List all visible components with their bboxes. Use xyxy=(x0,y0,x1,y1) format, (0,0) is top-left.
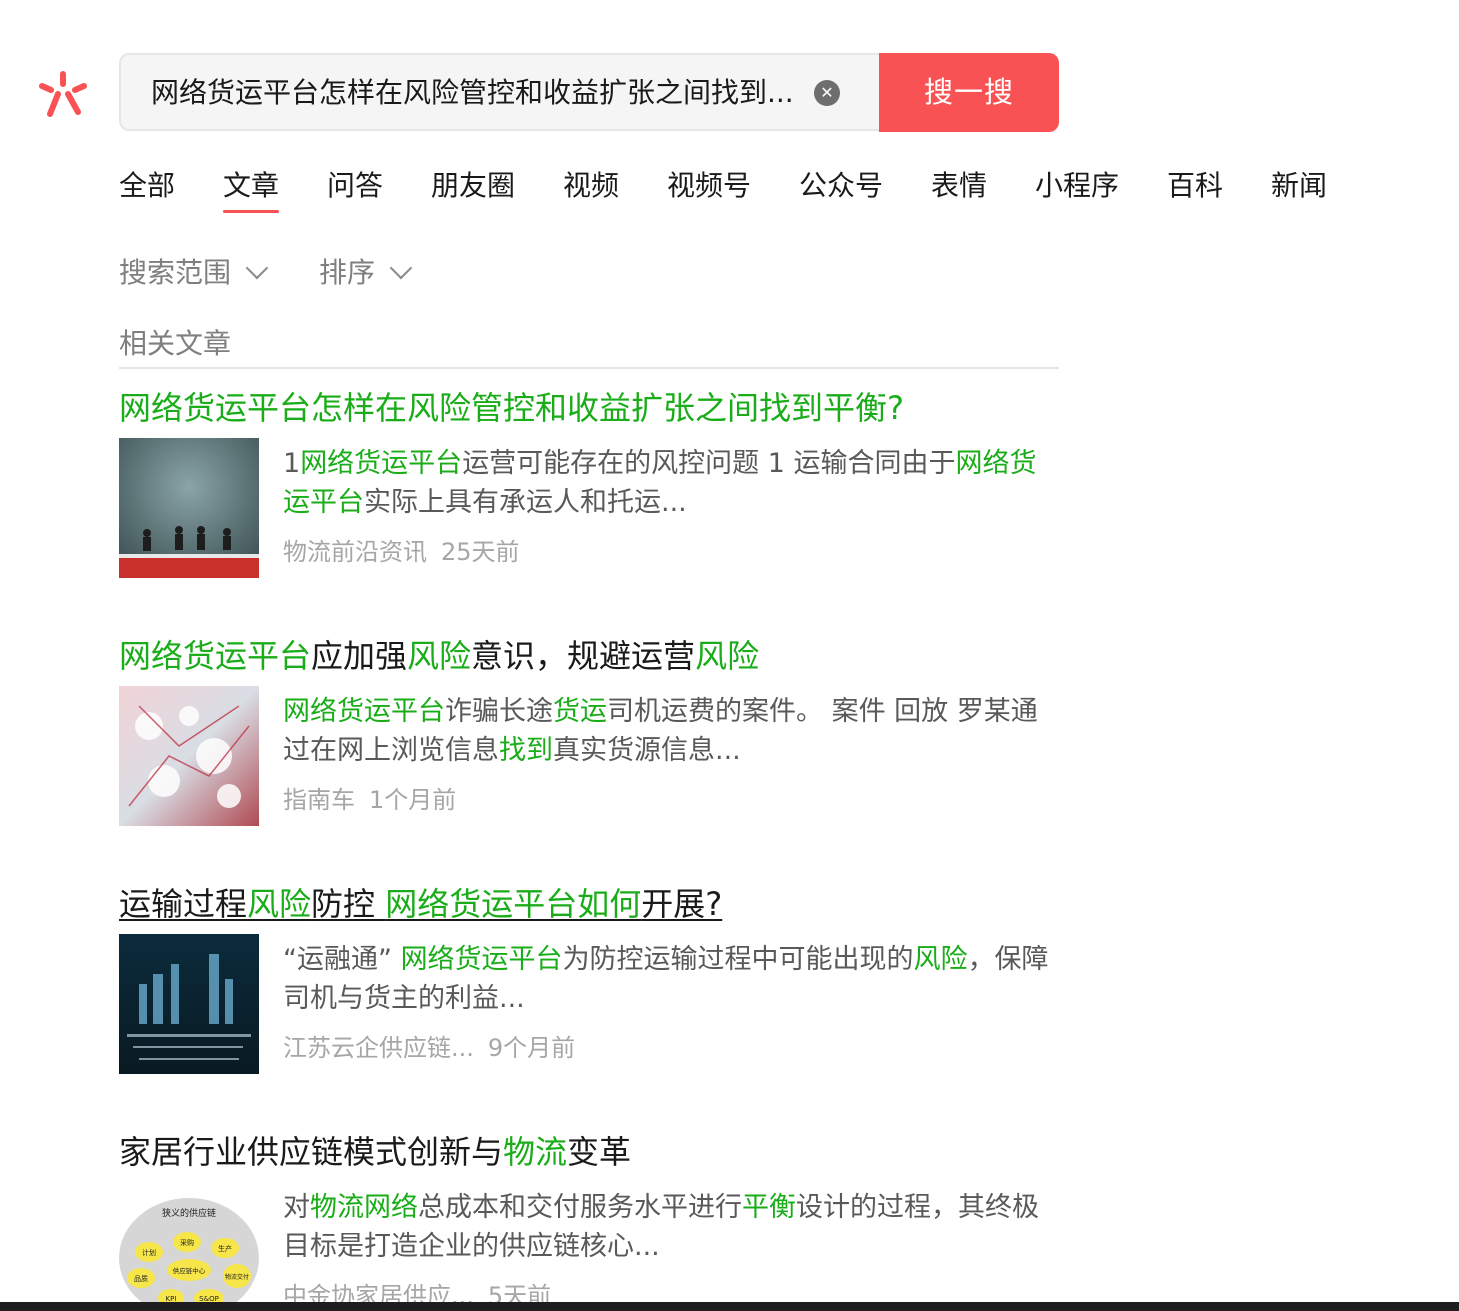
plain-text: 开展? xyxy=(641,885,723,923)
result-snippet: 网络货运平台诈骗长途货运司机运费的案件。 案件 回放 罗某通过在网上浏览信息找到… xyxy=(283,692,1063,770)
highlight-text: 物流网络 xyxy=(310,1192,418,1223)
highlight-text: 货运 xyxy=(553,696,607,727)
highlight-text: 网络货运平台 xyxy=(400,944,563,975)
search-page: 网络货运平台怎样在风险管控和收益扩张之间找到... ✕ 搜一搜 全部 文章 问答… xyxy=(0,0,1459,1311)
plain-text: 家居行业供应链模式创新与 xyxy=(119,1133,504,1171)
plain-text: 1 xyxy=(283,448,301,479)
highlight-text: 风险 xyxy=(407,637,472,675)
plain-text: 为防控运输过程中可能出现的 xyxy=(562,944,914,975)
chevron-down-icon xyxy=(389,256,413,280)
search-query-text[interactable]: 网络货运平台怎样在风险管控和收益扩张之间找到... xyxy=(151,75,794,111)
diagram-title: 狭义的供应链 xyxy=(162,1207,216,1219)
tab-qa[interactable]: 问答 xyxy=(327,166,383,206)
result-thumbnail[interactable] xyxy=(119,438,259,578)
plain-text: 诈骗长途 xyxy=(445,696,553,727)
result-title[interactable]: 网络货运平台应加强风险意识，规避运营风险 xyxy=(119,634,759,678)
tab-articles[interactable]: 文章 xyxy=(223,166,279,206)
result-meta: 江苏云企供应链... 9个月前 xyxy=(283,1032,575,1064)
highlight-text: 风险 xyxy=(695,637,760,675)
highlight-text: 网络货运平台 xyxy=(283,696,445,727)
sort-filter-label: 排序 xyxy=(319,256,376,289)
result-snippet: 对物流网络总成本和交付服务水平进行平衡设计的过程，其终极目标是打造企业的供应链核… xyxy=(283,1188,1063,1266)
top-cut-glyphs xyxy=(16,0,146,4)
highlight-text: 找到 xyxy=(499,735,553,766)
highlight-text: 网络货运平台 xyxy=(300,448,463,479)
plain-text: 运营可能存在的风控问题 1 运输合同由于 xyxy=(462,448,956,479)
highlight-text: 平衡 xyxy=(742,1192,796,1223)
scope-filter-dropdown[interactable]: 搜索范围 xyxy=(119,253,269,293)
result-thumbnail[interactable] xyxy=(119,686,259,826)
highlight-text: 物流 xyxy=(503,1133,568,1171)
diagram-node: 物流交付 xyxy=(225,1273,249,1281)
tab-official-accounts[interactable]: 公众号 xyxy=(799,166,883,206)
plain-text: 意识，规避运营 xyxy=(471,637,696,675)
result-thumbnail[interactable]: 狭义的供应链 计划 采购 生产 品质 供应链中心 物流交付 KPI S&OP xyxy=(119,1182,259,1311)
search-button[interactable]: 搜一搜 xyxy=(879,53,1059,132)
search-input[interactable]: 网络货运平台怎样在风险管控和收益扩张之间找到... ✕ xyxy=(119,53,879,131)
active-tab-indicator xyxy=(223,210,279,213)
result-thumbnail[interactable] xyxy=(119,934,259,1074)
tab-moments[interactable]: 朋友圈 xyxy=(431,166,515,206)
plain-text: 应加强 xyxy=(311,637,408,675)
result-source[interactable]: 物流前沿资讯 xyxy=(283,538,427,566)
plain-text: 运输过程 xyxy=(119,885,248,923)
result-meta: 物流前沿资讯 25天前 xyxy=(283,536,520,568)
tab-all[interactable]: 全部 xyxy=(119,166,175,206)
highlight-text: 风险 xyxy=(913,944,968,975)
result-title[interactable]: 运输过程风险防控 网络货运平台如何开展? xyxy=(119,882,722,926)
result-date: 25天前 xyxy=(441,538,520,566)
chevron-down-icon xyxy=(245,256,269,280)
result-source[interactable]: 江苏云企供应链... xyxy=(283,1034,474,1062)
section-title: 相关文章 xyxy=(119,327,232,360)
highlight-text: 网络货运平台如何 xyxy=(385,885,642,923)
result-source[interactable]: 指南车 xyxy=(283,786,355,814)
plain-text: 真实货源信息... xyxy=(553,735,741,766)
result-title[interactable]: 家居行业供应链模式创新与物流变革 xyxy=(119,1130,631,1174)
plain-text: 总成本和交付服务水平进行 xyxy=(418,1192,742,1223)
tab-video[interactable]: 视频 xyxy=(563,166,619,206)
clear-icon[interactable]: ✕ xyxy=(814,80,840,106)
result-meta: 指南车 1个月前 xyxy=(283,784,456,816)
plain-text: “运融通” xyxy=(283,944,401,975)
result-snippet: 1网络货运平台运营可能存在的风控问题 1 运输合同由于网络货运平台实际上具有承运… xyxy=(283,444,1063,522)
tab-encyclopedia[interactable]: 百科 xyxy=(1167,166,1223,206)
diagram-node: 计划 xyxy=(142,1248,156,1257)
plain-text: 变革 xyxy=(567,1133,632,1171)
highlight-text: 风险 xyxy=(247,885,312,923)
diagram-node: 生产 xyxy=(218,1244,232,1253)
sort-filter-dropdown[interactable]: 排序 xyxy=(319,253,413,293)
tab-news[interactable]: 新闻 xyxy=(1271,166,1327,206)
tab-channels[interactable]: 视频号 xyxy=(667,166,751,206)
diagram-node: 采购 xyxy=(180,1238,194,1247)
plain-text: 实际上具有承运人和托运... xyxy=(364,487,687,518)
section-divider xyxy=(119,367,1059,369)
scope-filter-label: 搜索范围 xyxy=(119,256,232,289)
plain-text: 防控 xyxy=(311,885,386,923)
highlight-text: 网络货运平台 xyxy=(119,637,312,675)
result-date: 9个月前 xyxy=(487,1034,576,1062)
highlight-text: 网络货运平台怎样在风险管控和收益扩张之间找到平衡? xyxy=(119,389,904,427)
bottom-bar xyxy=(0,1302,1459,1311)
tab-mini-programs[interactable]: 小程序 xyxy=(1035,166,1119,206)
plain-text: 对 xyxy=(283,1192,310,1223)
tab-stickers[interactable]: 表情 xyxy=(931,166,987,206)
result-snippet: “运融通” 网络货运平台为防控运输过程中可能出现的风险，保障司机与货主的利益..… xyxy=(283,940,1063,1018)
sousou-logo-icon[interactable] xyxy=(36,68,90,122)
diagram-node: 品质 xyxy=(134,1274,148,1283)
diagram-node: 供应链中心 xyxy=(173,1266,206,1275)
result-title[interactable]: 网络货运平台怎样在风险管控和收益扩张之间找到平衡? xyxy=(119,386,904,430)
result-date: 1个月前 xyxy=(369,786,457,814)
